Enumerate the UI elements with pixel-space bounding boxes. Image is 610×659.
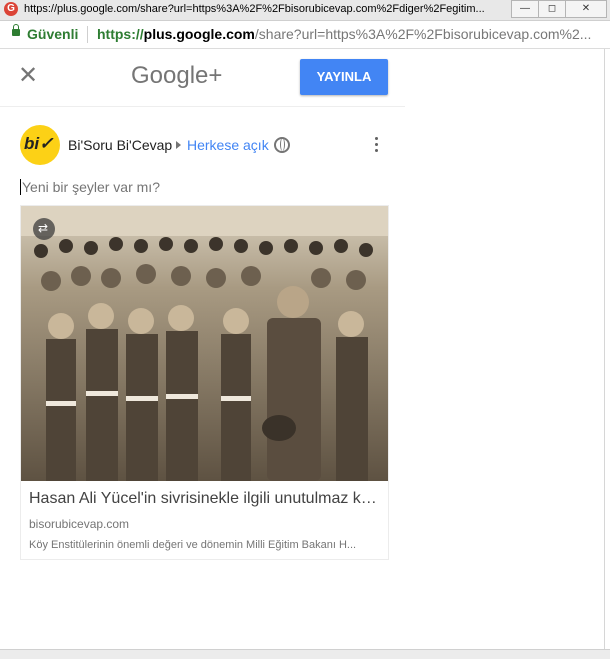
share-dialog-header: ✕ Google+ YAYINLA	[0, 49, 405, 107]
url-field[interactable]: https://plus.google.com/share?url=https%…	[97, 26, 607, 42]
window-title: https://plus.google.com/share?url=https%…	[24, 3, 485, 15]
url-path: /share?url=https%3A%2F%2Fbisorubicevap.c…	[254, 26, 592, 42]
window-titlebar: G https://plus.google.com/share?url=http…	[0, 0, 610, 21]
address-separator	[87, 26, 88, 43]
close-icon[interactable]: ✕	[18, 64, 38, 88]
author-name: Bi'Soru Bi'Cevap	[68, 137, 173, 153]
google-plus-favicon-icon: G	[4, 2, 18, 16]
url-host: plus.google.com	[143, 26, 255, 42]
maximize-button[interactable]: ◻	[538, 0, 566, 18]
more-vert-icon[interactable]	[366, 134, 386, 154]
address-bar[interactable]: Güvenli https://plus.google.com/share?ur…	[0, 21, 610, 49]
card-title[interactable]: Hasan Ali Yücel'in sivrisinekle ilgili u…	[29, 490, 384, 508]
link-preview-card[interactable]: Hasan Ali Yücel'in sivrisinekle ilgili u…	[20, 205, 389, 560]
google-plus-logo: Google+	[131, 62, 223, 89]
preview-photo-illustration	[21, 206, 388, 481]
publish-button[interactable]: YAYINLA	[300, 59, 388, 95]
reshare-icon	[33, 218, 55, 240]
lock-icon	[12, 24, 20, 36]
chevron-right-icon	[176, 141, 181, 149]
globe-icon	[274, 137, 290, 153]
url-scheme: https://	[97, 26, 144, 42]
avatar-logo-text: bi✓	[24, 134, 54, 153]
minimize-button[interactable]: —	[511, 0, 539, 18]
window-close-button[interactable]: ✕	[565, 0, 607, 18]
card-description: Köy Enstitülerinin önemli değeri ve döne…	[29, 539, 357, 551]
window-border	[604, 49, 605, 649]
secure-label: Güvenli	[27, 26, 79, 42]
compose-input[interactable]: Yeni bir şeyler var mı?	[20, 179, 160, 195]
audience-selector[interactable]: Herkese açık	[187, 137, 269, 153]
card-domain: bisorubicevap.com	[29, 517, 130, 531]
preview-photo	[21, 206, 388, 481]
avatar: bi✓	[20, 125, 60, 165]
